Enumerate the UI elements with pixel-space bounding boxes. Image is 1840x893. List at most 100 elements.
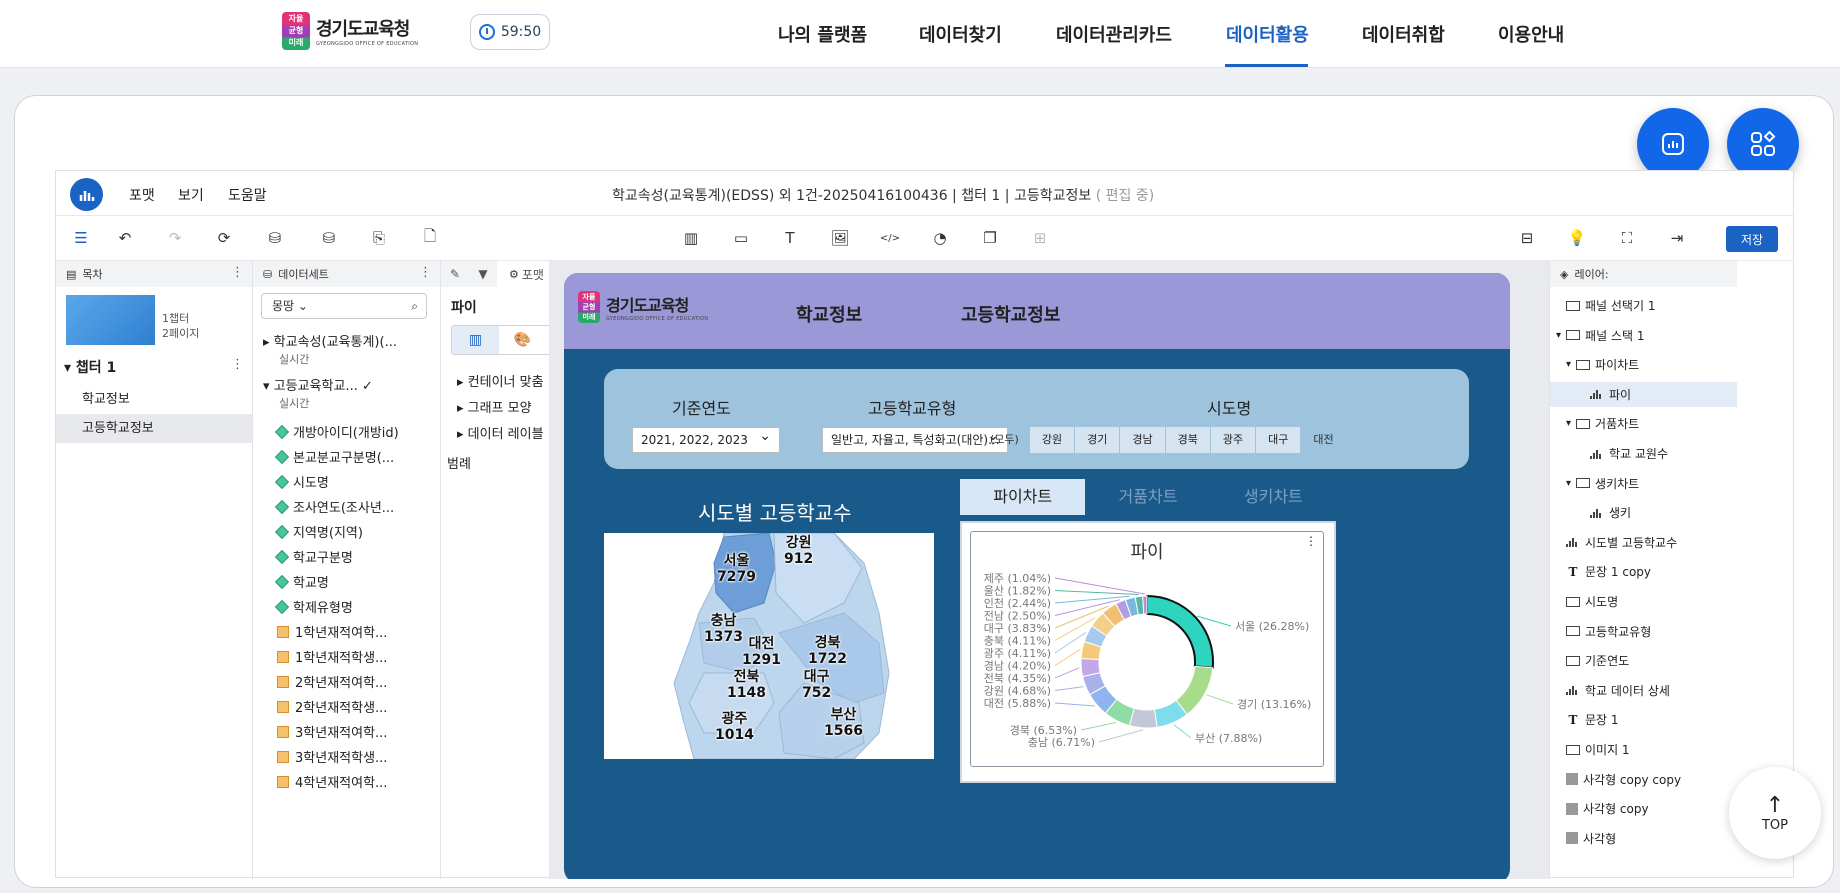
pie-slice[interactable] xyxy=(1142,595,1148,615)
new-page-icon[interactable]: 🗋 xyxy=(419,227,441,249)
measure-item[interactable]: 3학년재적학생... xyxy=(277,747,387,766)
layout-icon[interactable]: ⊟ xyxy=(1516,227,1538,249)
korea-map[interactable]: 서울 7279 강원 912 충남 1373 대전 1291 경북 1722 전북 1148… xyxy=(604,533,934,759)
sido-option[interactable]: 대전 xyxy=(1301,427,1347,453)
layer-item[interactable]: 사각형 xyxy=(1550,826,1737,851)
layer-item[interactable]: 사각형 copy copy xyxy=(1550,767,1737,792)
caret-icon[interactable]: ▾ xyxy=(1556,330,1561,341)
layer-item[interactable]: 고등학교유형 xyxy=(1550,619,1737,644)
layer-item[interactable]: ▾ 생키차트 xyxy=(1550,471,1737,496)
layer-item[interactable]: 학교 데이터 상세 xyxy=(1550,678,1737,703)
pencil-icon[interactable]: ✎ xyxy=(441,261,469,287)
sido-option[interactable]: 경기 xyxy=(1075,427,1121,453)
field-item[interactable]: 학교명 xyxy=(274,572,329,591)
insert-html-icon[interactable]: </> xyxy=(879,227,901,249)
nav-my-platform[interactable]: 나의 플랫폼 xyxy=(778,21,867,47)
caret-icon[interactable]: ▾ xyxy=(1566,359,1571,370)
scroll-top-button[interactable]: ↑ TOP xyxy=(1729,767,1821,859)
save-button[interactable]: 저장 xyxy=(1726,226,1778,252)
session-timer[interactable]: 59:50 xyxy=(470,14,550,50)
field-item[interactable]: 본교분교구분명(... xyxy=(274,447,394,466)
layer-item[interactable]: 기준연도 xyxy=(1550,648,1737,673)
filter-icon[interactable]: ▼ xyxy=(469,261,497,287)
toc-more-icon[interactable]: ⋮ xyxy=(231,265,244,280)
nav-data-collect[interactable]: 데이터취합 xyxy=(1362,21,1445,47)
layer-item[interactable]: T 문장 1 copy xyxy=(1550,559,1737,584)
copy-page-icon[interactable]: ⎘ xyxy=(368,227,390,249)
palette-icon[interactable]: 🎨 xyxy=(499,326,546,354)
insert-shape-icon[interactable]: ◔ xyxy=(929,227,951,249)
insert-filter-icon[interactable]: ▭ xyxy=(730,227,752,249)
layer-item[interactable]: 시도별 고등학교수 xyxy=(1550,530,1737,555)
tab-bubble-chart[interactable]: 거품차트 xyxy=(1085,479,1210,515)
menu-help[interactable]: 도움말 xyxy=(228,185,267,205)
menu-format[interactable]: 포맷 xyxy=(129,185,155,205)
dataset-more-icon[interactable]: ⋮ xyxy=(419,265,432,280)
toc-toggle-icon[interactable]: ☰ xyxy=(70,227,92,249)
tab-school-info[interactable]: 학교정보 xyxy=(796,301,862,327)
dataset-item-2[interactable]: ▾ 고등교육학교... ✓ xyxy=(263,375,373,394)
chapter-more-icon[interactable]: ⋮ xyxy=(231,357,244,372)
device-icon[interactable]: ⇥ xyxy=(1666,227,1688,249)
tab-pie-chart[interactable]: 파이차트 xyxy=(960,479,1086,515)
field-item[interactable]: 개방아이디(개방id) xyxy=(274,422,399,441)
report-thumbnail[interactable] xyxy=(66,295,155,345)
field-item[interactable]: 지역명(지역) xyxy=(274,522,363,541)
insight-icon[interactable]: 💡 xyxy=(1566,227,1588,249)
measure-item[interactable]: 4학년재적여학... xyxy=(277,772,387,791)
tab-high-school-info[interactable]: 고등학교정보 xyxy=(961,301,1060,327)
menu-view[interactable]: 보기 xyxy=(178,185,204,205)
dataset-search[interactable]: 몽땅 ⌄ ⌕ xyxy=(261,293,427,319)
measure-item[interactable]: 2학년재적여학... xyxy=(277,672,387,691)
redo-icon[interactable]: ↷ xyxy=(164,227,186,249)
field-item[interactable]: 시도명 xyxy=(274,472,329,491)
field-item[interactable]: 조사연도(조사년... xyxy=(274,497,394,516)
pie-chart[interactable]: 파이 ⋮ 서울 (26.28%) 경기 (13.16%) 부산 (7.88%) 충남 … xyxy=(970,531,1324,767)
nav-data-card[interactable]: 데이터관리카드 xyxy=(1056,21,1172,47)
layer-item[interactable]: ▾ 패널 스택 1 xyxy=(1550,323,1737,348)
nav-guide[interactable]: 이용안내 xyxy=(1498,21,1564,47)
measure-item[interactable]: 3학년재적여학... xyxy=(277,722,387,741)
layer-item[interactable]: ▾ 파이차트 xyxy=(1550,352,1737,377)
layer-item[interactable]: 사각형 copy xyxy=(1550,796,1737,821)
site-logo[interactable]: 자율 균형 미래 경기도교육청 GYEONGGIDO OFFICE OF EDUCA… xyxy=(282,12,418,50)
field-item[interactable]: 학교구분명 xyxy=(274,547,353,566)
refresh-icon[interactable]: ⟳ xyxy=(213,227,235,249)
measure-item[interactable]: 1학년재적여학... xyxy=(277,622,387,641)
layer-item[interactable]: 생키 xyxy=(1550,500,1737,525)
layer-item[interactable]: T 문장 1 xyxy=(1550,707,1737,732)
graph-shape-row[interactable]: ▸ 그래프 모양 xyxy=(457,397,532,416)
caret-icon[interactable]: ▾ xyxy=(1566,478,1571,489)
sido-option[interactable]: (모두) xyxy=(980,427,1030,453)
pie-slice[interactable] xyxy=(1146,594,1214,669)
insert-text-icon[interactable]: T xyxy=(779,227,801,249)
sido-option[interactable]: 경북 xyxy=(1165,427,1211,453)
measure-item[interactable]: 2학년재적학생... xyxy=(277,697,387,716)
database-icon[interactable]: ⛁ xyxy=(264,227,286,249)
bar-chart-icon[interactable]: ▥ xyxy=(452,326,499,354)
insert-image-icon[interactable]: 🖼 xyxy=(829,227,851,249)
sido-option[interactable]: 광주 xyxy=(1210,427,1257,453)
chapter-item[interactable]: ▾ 챕터 1 xyxy=(64,357,116,377)
dataset-item-1[interactable]: ▸ 학교속성(교육통계)(... xyxy=(263,331,397,350)
measure-item[interactable]: 1학년재적학생... xyxy=(277,647,387,666)
layer-item[interactable]: 파이 xyxy=(1550,381,1737,407)
sido-option[interactable]: 강원 xyxy=(1029,427,1076,453)
layer-item[interactable]: 이미지 1 xyxy=(1550,737,1737,762)
tab-sankey-chart[interactable]: 생키차트 xyxy=(1211,479,1336,515)
layer-item[interactable]: 패널 선택기 1 xyxy=(1550,293,1737,318)
year-filter-select[interactable]: 2021, 2022, 2023 xyxy=(632,427,780,453)
add-dataset-icon[interactable]: ⛁ xyxy=(318,227,340,249)
pie-chart-panel[interactable]: 파이 ⋮ 서울 (26.28%) 경기 (13.16%) 부산 (7.88%) 충남 … xyxy=(960,521,1336,783)
field-item[interactable]: 학제유형명 xyxy=(274,597,353,616)
sido-option[interactable]: 경남 xyxy=(1120,427,1166,453)
fit-container-row[interactable]: ▸ 컨테이너 맞춤 xyxy=(457,371,544,390)
insert-table-icon[interactable]: ⊞ xyxy=(1029,227,1051,249)
app-icon[interactable] xyxy=(70,178,103,211)
nav-data-search[interactable]: 데이터찾기 xyxy=(919,21,1002,47)
insert-chart-icon[interactable]: ▥ xyxy=(680,227,702,249)
layer-item[interactable]: 학교 교원수 xyxy=(1550,441,1737,466)
layer-item[interactable]: ▾ 거품차트 xyxy=(1550,411,1737,436)
layer-item[interactable]: 시도명 xyxy=(1550,589,1737,614)
fit-screen-icon[interactable]: ⛶ xyxy=(1616,227,1638,249)
